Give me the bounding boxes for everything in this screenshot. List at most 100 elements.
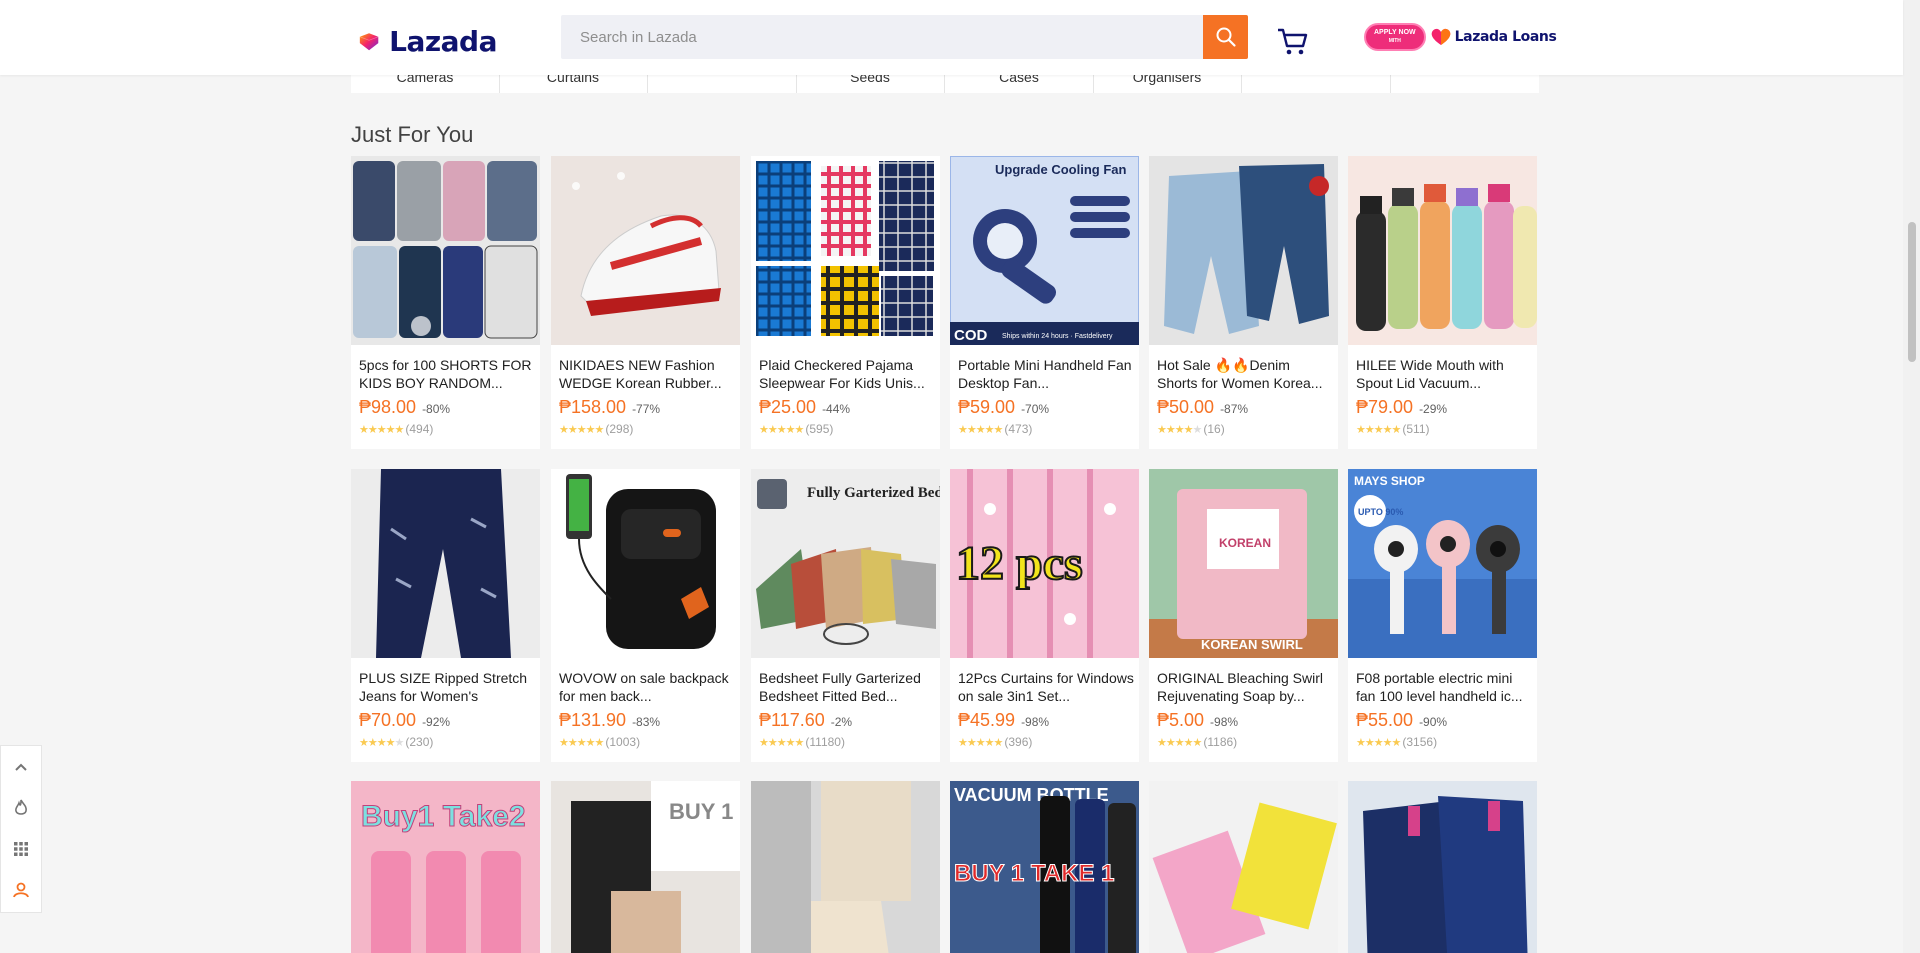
product-card[interactable]: Upgrade Cooling Fan COD Ships within 24 … (950, 156, 1139, 449)
discount-badge: -90% (1419, 715, 1448, 729)
review-count: (473) (1004, 422, 1033, 436)
search-input[interactable] (561, 15, 1199, 59)
product-card[interactable] (1149, 781, 1338, 953)
review-count: (595) (805, 422, 834, 436)
lazada-loans-banner[interactable]: APPLY NOW MITH Lazada Loans (1364, 23, 1557, 51)
product-price: ₱5.00 -98% (1157, 710, 1238, 731)
promo-text-2: BUY 1 TAKE 1 (954, 860, 1115, 887)
product-image: MAYS SHOP UPTO 90% (1348, 469, 1537, 658)
product-card[interactable]: 12 pcs 12Pcs Curtains for Windows on sal… (950, 469, 1139, 762)
category-item[interactable]: Curtains (499, 70, 648, 93)
price-value: ₱25.00 (759, 397, 817, 417)
user-icon (13, 882, 29, 897)
product-price: ₱131.90 -83% (559, 710, 660, 731)
rating-stars: ★★★★★ (511) (1356, 422, 1430, 436)
product-image: VACUUM BOTTLE BUY 1 TAKE 1 (950, 781, 1139, 953)
review-count: (16) (1203, 422, 1225, 436)
review-count: (396) (1004, 735, 1033, 749)
product-name: Plaid Checkered Pajama Sleepwear For Kid… (759, 357, 925, 391)
price-value: ₱45.99 (958, 710, 1016, 730)
product-image (551, 469, 740, 658)
product-card[interactable] (751, 781, 940, 953)
curtain-text: 12 pcs (956, 537, 1083, 590)
hot-deals-button[interactable] (1, 787, 41, 828)
product-name: F08 portable electric mini fan 100 level… (1356, 670, 1523, 704)
product-card[interactable]: VACUUM BOTTLE BUY 1 TAKE 1 (950, 781, 1139, 953)
lazada-logo[interactable]: Lazada (357, 25, 497, 58)
loans-label: Lazada Loans (1454, 29, 1557, 45)
page-scrollbar[interactable] (1903, 0, 1920, 953)
category-item[interactable] (1242, 75, 1391, 93)
rating-stars: ★★★★★ (473) (958, 422, 1033, 436)
product-image (1149, 156, 1338, 345)
product-name: Portable Mini Handheld Fan Desktop Fan..… (958, 357, 1132, 391)
review-count: (511) (1402, 422, 1430, 436)
search-icon (1216, 27, 1236, 47)
product-name: WOVOW on sale backpack for men back... (559, 670, 729, 704)
product-name: NIKIDAES NEW Fashion WEDGE Korean Rubber… (559, 357, 722, 391)
back-to-top-button[interactable] (1, 746, 41, 787)
product-price: ₱117.60 -2% (759, 710, 852, 731)
product-card[interactable]: KOREAN KOREAN SWIRL ORIGINAL Bleaching S… (1149, 469, 1338, 762)
price-value: ₱117.60 (759, 710, 825, 730)
product-card[interactable]: Hot Sale 🔥🔥Denim Shorts for Women Korea.… (1149, 156, 1338, 449)
svg-text:KOREAN: KOREAN (1219, 536, 1271, 550)
product-card[interactable]: Plaid Checkered Pajama Sleepwear For Kid… (751, 156, 940, 449)
product-card[interactable]: MAYS SHOP UPTO 90% F08 portable electric… (1348, 469, 1537, 762)
price-value: ₱5.00 (1157, 710, 1205, 730)
category-item[interactable]: Organisers (1093, 70, 1242, 93)
product-card[interactable]: 5pcs for 100 SHORTS FOR KIDS BOY RANDOM.… (351, 156, 540, 449)
rating-stars: ★★★★★ (1003) (559, 735, 641, 749)
product-price: ₱59.00 -70% (958, 397, 1049, 418)
product-image (1149, 781, 1338, 953)
category-item[interactable] (648, 75, 797, 93)
product-image (351, 469, 540, 658)
loans-heart-icon (1431, 28, 1450, 45)
fan-ship: Ships within 24 hours · Fastdelivery (1002, 333, 1113, 340)
rating-stars: ★★★★★ (298) (559, 422, 634, 436)
product-card[interactable]: PLUS SIZE Ripped Stretch Jeans for Women… (351, 469, 540, 762)
product-card[interactable]: Fully Garterized Bedsheet Bedsheet Fully… (751, 469, 940, 762)
product-card[interactable] (1348, 781, 1537, 953)
discount-badge: -98% (1210, 715, 1239, 729)
rating-stars: ★★★★★ (3156) (1356, 735, 1438, 749)
product-image: KOREAN KOREAN SWIRL (1149, 469, 1338, 658)
product-card[interactable]: HILEE Wide Mouth with Spout Lid Vacuum..… (1348, 156, 1537, 449)
product-card[interactable]: WOVOW on sale backpack for men back... ₱… (551, 469, 740, 762)
blower-shop: MAYS SHOP (1354, 474, 1425, 488)
product-image: Fully Garterized Bedsheet (751, 469, 940, 658)
review-count: (494) (405, 422, 434, 436)
fan-cod: COD (954, 327, 988, 344)
side-toolbar (0, 745, 42, 913)
search-button[interactable] (1203, 15, 1248, 59)
promo-text: Buy1 Take2 (361, 800, 526, 833)
discount-badge: -2% (830, 715, 853, 729)
product-card[interactable]: Buy1 Take2 (351, 781, 540, 953)
product-name: Hot Sale 🔥🔥Denim Shorts for Women Korea.… (1157, 357, 1323, 391)
product-image (351, 156, 540, 345)
product-image: BUY 1 GET 2 (551, 781, 740, 953)
cart-icon[interactable] (1276, 25, 1310, 57)
categories-button[interactable] (1, 828, 41, 869)
apply-now-pill[interactable]: APPLY NOW MITH (1364, 23, 1426, 51)
scrollbar-thumb[interactable] (1908, 222, 1916, 362)
product-name: 5pcs for 100 SHORTS FOR KIDS BOY RANDOM.… (359, 357, 532, 391)
category-item[interactable]: Seeds (796, 70, 945, 93)
category-item[interactable] (1390, 75, 1538, 93)
product-price: ₱79.00 -29% (1356, 397, 1447, 418)
price-value: ₱98.00 (359, 397, 417, 417)
review-count: (1003) (605, 735, 641, 749)
price-value: ₱55.00 (1356, 710, 1414, 730)
apply-now-sub: MITH (1388, 38, 1401, 44)
category-item[interactable]: Cases (945, 70, 1094, 93)
product-card[interactable]: NIKIDAES NEW Fashion WEDGE Korean Rubber… (551, 156, 740, 449)
product-name: HILEE Wide Mouth with Spout Lid Vacuum..… (1356, 357, 1504, 391)
product-name: ORIGINAL Bleaching Swirl Rejuvenating So… (1157, 670, 1323, 704)
category-item[interactable]: Cameras (351, 70, 500, 93)
product-card[interactable]: BUY 1 GET 2 (551, 781, 740, 953)
just-for-you-button[interactable] (1, 869, 41, 910)
grid-icon (14, 841, 28, 856)
discount-badge: -92% (422, 715, 451, 729)
discount-badge: -80% (422, 402, 451, 416)
product-image (551, 156, 740, 345)
